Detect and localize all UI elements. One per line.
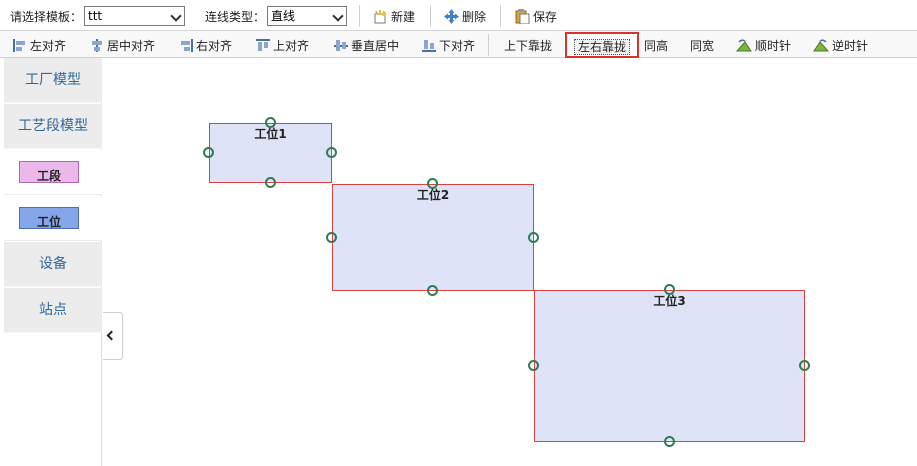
- align-bottom-label: 下对齐: [439, 39, 476, 53]
- align-top-button[interactable]: 上对齐: [256, 37, 309, 55]
- rotate-counterclockwise-label: 逆时针: [832, 39, 869, 53]
- connection-handle[interactable]: [326, 232, 337, 243]
- new-button[interactable]: 新建: [373, 8, 415, 27]
- top-toolbar: 请选择模板： ttt 连线类型： 直线 新建 删除 保存: [0, 0, 917, 31]
- delete-button-label: 删除: [462, 10, 487, 24]
- align-top-label: 上对齐: [273, 39, 310, 53]
- save-button[interactable]: 保存: [515, 8, 557, 27]
- align-right-label: 右对齐: [196, 39, 233, 53]
- rotate-counterclockwise-icon: [813, 39, 830, 55]
- align-toolbar: 左对齐 居中对齐 右对齐 上对齐 垂直居中 下对齐 上下靠拢 左右靠拢 同高 同…: [0, 31, 917, 58]
- toolbar-divider: [359, 5, 360, 27]
- station-shape-label: 工位: [36, 215, 61, 229]
- template-label: 请选择模板：: [10, 10, 83, 24]
- move-arrows-icon: [444, 9, 459, 27]
- align-center-label: 居中对齐: [107, 39, 156, 53]
- connection-handle[interactable]: [265, 177, 276, 188]
- align-right-button[interactable]: 右对齐: [179, 37, 232, 55]
- align-center-button[interactable]: 居中对齐: [90, 37, 155, 55]
- same-height-button[interactable]: 同高: [644, 37, 668, 54]
- new-button-label: 新建: [391, 10, 416, 24]
- connection-handle[interactable]: [528, 360, 539, 371]
- connection-handle[interactable]: [265, 117, 276, 128]
- save-button-label: 保存: [533, 10, 558, 24]
- connection-handle[interactable]: [528, 232, 539, 243]
- rotate-clockwise-label: 顺时针: [755, 39, 792, 53]
- new-icon: [373, 10, 388, 27]
- delete-button[interactable]: 删除: [444, 8, 486, 27]
- template-select[interactable]: ttt: [84, 6, 185, 26]
- linktype-select[interactable]: 直线: [267, 6, 347, 26]
- template-select-value: ttt: [88, 9, 103, 23]
- section-shape[interactable]: 工段: [19, 161, 79, 183]
- align-bottom-icon: [422, 39, 436, 55]
- connection-handle[interactable]: [664, 436, 675, 447]
- horizontal-close-label: 左右靠拢: [574, 39, 631, 55]
- connection-handle[interactable]: [427, 178, 438, 189]
- vertical-close-label: 上下靠拢: [504, 39, 553, 53]
- connection-handle[interactable]: [326, 147, 337, 158]
- align-top-icon: [256, 39, 270, 55]
- sidebar-item-label: 工艺段模型: [18, 118, 88, 134]
- align-left-button[interactable]: 左对齐: [13, 37, 66, 55]
- align-middle-button[interactable]: 垂直居中: [334, 37, 399, 55]
- design-canvas[interactable]: 工位1 工位2 工位3: [103, 58, 917, 466]
- align-right-icon: [179, 39, 193, 55]
- vertical-close-button[interactable]: 上下靠拢: [504, 37, 552, 54]
- sidebar-item-device[interactable]: 设备: [4, 242, 102, 287]
- align-center-icon: [90, 39, 104, 55]
- connection-handle[interactable]: [427, 285, 438, 296]
- sidebar-item-site[interactable]: 站点: [4, 288, 102, 333]
- same-width-label: 同宽: [690, 39, 715, 53]
- rotate-counterclockwise-button[interactable]: 逆时针: [813, 37, 868, 55]
- toolbar-divider: [488, 34, 489, 56]
- station-node-3[interactable]: 工位3: [534, 290, 805, 442]
- align-left-label: 左对齐: [30, 39, 67, 53]
- sidebar-item-process-model[interactable]: 工艺段模型: [4, 104, 102, 149]
- chevron-down-icon: [170, 10, 182, 22]
- station-node-2[interactable]: 工位2: [332, 184, 534, 291]
- align-middle-label: 垂直居中: [351, 39, 400, 53]
- sidebar: 工厂模型 工艺段模型 工段 工位 设备 站点: [4, 58, 102, 466]
- toolbar-divider: [500, 5, 501, 27]
- sidebar-item-label: 设备: [39, 256, 67, 272]
- section-shape-label: 工段: [36, 169, 61, 183]
- sidebar-item-factory-model[interactable]: 工厂模型: [4, 58, 102, 103]
- sidebar-item-label: 站点: [39, 302, 67, 318]
- sidebar-collapse-button[interactable]: [103, 312, 123, 360]
- rotate-clockwise-button[interactable]: 顺时针: [735, 37, 792, 55]
- connection-handle[interactable]: [799, 360, 810, 371]
- rotate-clockwise-icon: [735, 39, 752, 55]
- align-left-icon: [13, 39, 27, 55]
- station-shape[interactable]: 工位: [19, 207, 79, 229]
- align-bottom-button[interactable]: 下对齐: [422, 37, 475, 55]
- station-node-1[interactable]: 工位1: [209, 123, 332, 183]
- same-width-button[interactable]: 同宽: [690, 37, 714, 54]
- same-height-label: 同高: [644, 39, 669, 53]
- chevron-down-icon: [332, 10, 344, 22]
- chevron-left-icon: [106, 330, 117, 341]
- clipboard-icon: [515, 9, 530, 27]
- toolbar-divider: [430, 5, 431, 27]
- connection-handle[interactable]: [664, 284, 675, 295]
- linktype-label: 连线类型：: [205, 10, 266, 24]
- linktype-select-value: 直线: [271, 9, 296, 23]
- palette-item-station[interactable]: 工位: [4, 196, 102, 241]
- sidebar-item-label: 工厂模型: [25, 72, 81, 88]
- connection-handle[interactable]: [203, 147, 214, 158]
- align-middle-icon: [334, 39, 348, 55]
- horizontal-close-button[interactable]: 左右靠拢: [565, 32, 640, 58]
- palette-item-section[interactable]: 工段: [4, 150, 102, 195]
